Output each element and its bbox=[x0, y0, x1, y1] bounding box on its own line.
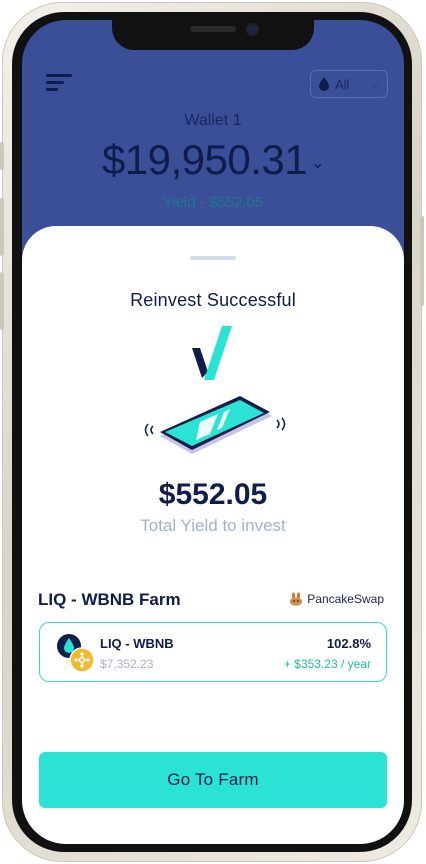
wallet-balance[interactable]: $19,950.31 ⌄ bbox=[22, 136, 404, 184]
wallet-yield: Yield - $552.05 bbox=[162, 194, 264, 211]
droplet-icon bbox=[319, 77, 329, 91]
farm-title: LIQ - WBNB Farm bbox=[38, 590, 181, 609]
wallet-name[interactable]: Wallet 1 bbox=[22, 112, 404, 130]
pool-apy: 102.8% bbox=[326, 636, 371, 651]
phone-illustration bbox=[144, 396, 286, 454]
token-pair-icon bbox=[57, 634, 95, 673]
notch bbox=[112, 20, 314, 50]
pool-card[interactable]: LIQ - WBNB $7,352.23 102.8% + $353.23 / … bbox=[39, 622, 387, 682]
yield-amount: $552.05 bbox=[158, 478, 268, 511]
speaker-grille bbox=[190, 26, 236, 32]
phone-side-button bbox=[420, 216, 424, 306]
front-camera bbox=[248, 25, 257, 34]
provider-name: PancakeSwap bbox=[307, 592, 384, 606]
filter-label: All bbox=[335, 76, 350, 92]
logo-check-icon bbox=[192, 326, 232, 380]
go-to-farm-button[interactable]: Go To Farm bbox=[39, 752, 387, 808]
menu-icon[interactable] bbox=[46, 74, 72, 92]
chevron-down-icon: ⌄ bbox=[311, 154, 325, 172]
pool-name: LIQ - WBNB bbox=[100, 636, 174, 651]
sheet-title: Reinvest Successful bbox=[130, 290, 296, 310]
pool-value: $7,352.23 bbox=[100, 657, 154, 671]
bottom-sheet: Reinvest Successful $552.05 Total Yield … bbox=[22, 226, 404, 844]
network-filter-select[interactable]: All ⌵ bbox=[310, 70, 388, 98]
chevron-down-icon: ⌵ bbox=[372, 78, 379, 89]
balance-value: $19,950.31 bbox=[101, 136, 308, 183]
phone-side-button bbox=[0, 198, 4, 256]
app-screen: All ⌵ Wallet 1 $19,950.31 ⌄ Yield - $552.… bbox=[22, 20, 404, 844]
phone-side-button bbox=[0, 142, 4, 170]
pancake-bunny-icon bbox=[290, 592, 303, 606]
phone-side-button bbox=[0, 272, 4, 330]
provider-badge: PancakeSwap bbox=[289, 592, 384, 606]
bnb-token-icon bbox=[69, 647, 95, 673]
sheet-drag-handle[interactable] bbox=[190, 256, 236, 260]
yield-caption: Total Yield to invest bbox=[140, 516, 286, 535]
pool-yearly-earnings: + $353.23 / year bbox=[283, 657, 371, 671]
